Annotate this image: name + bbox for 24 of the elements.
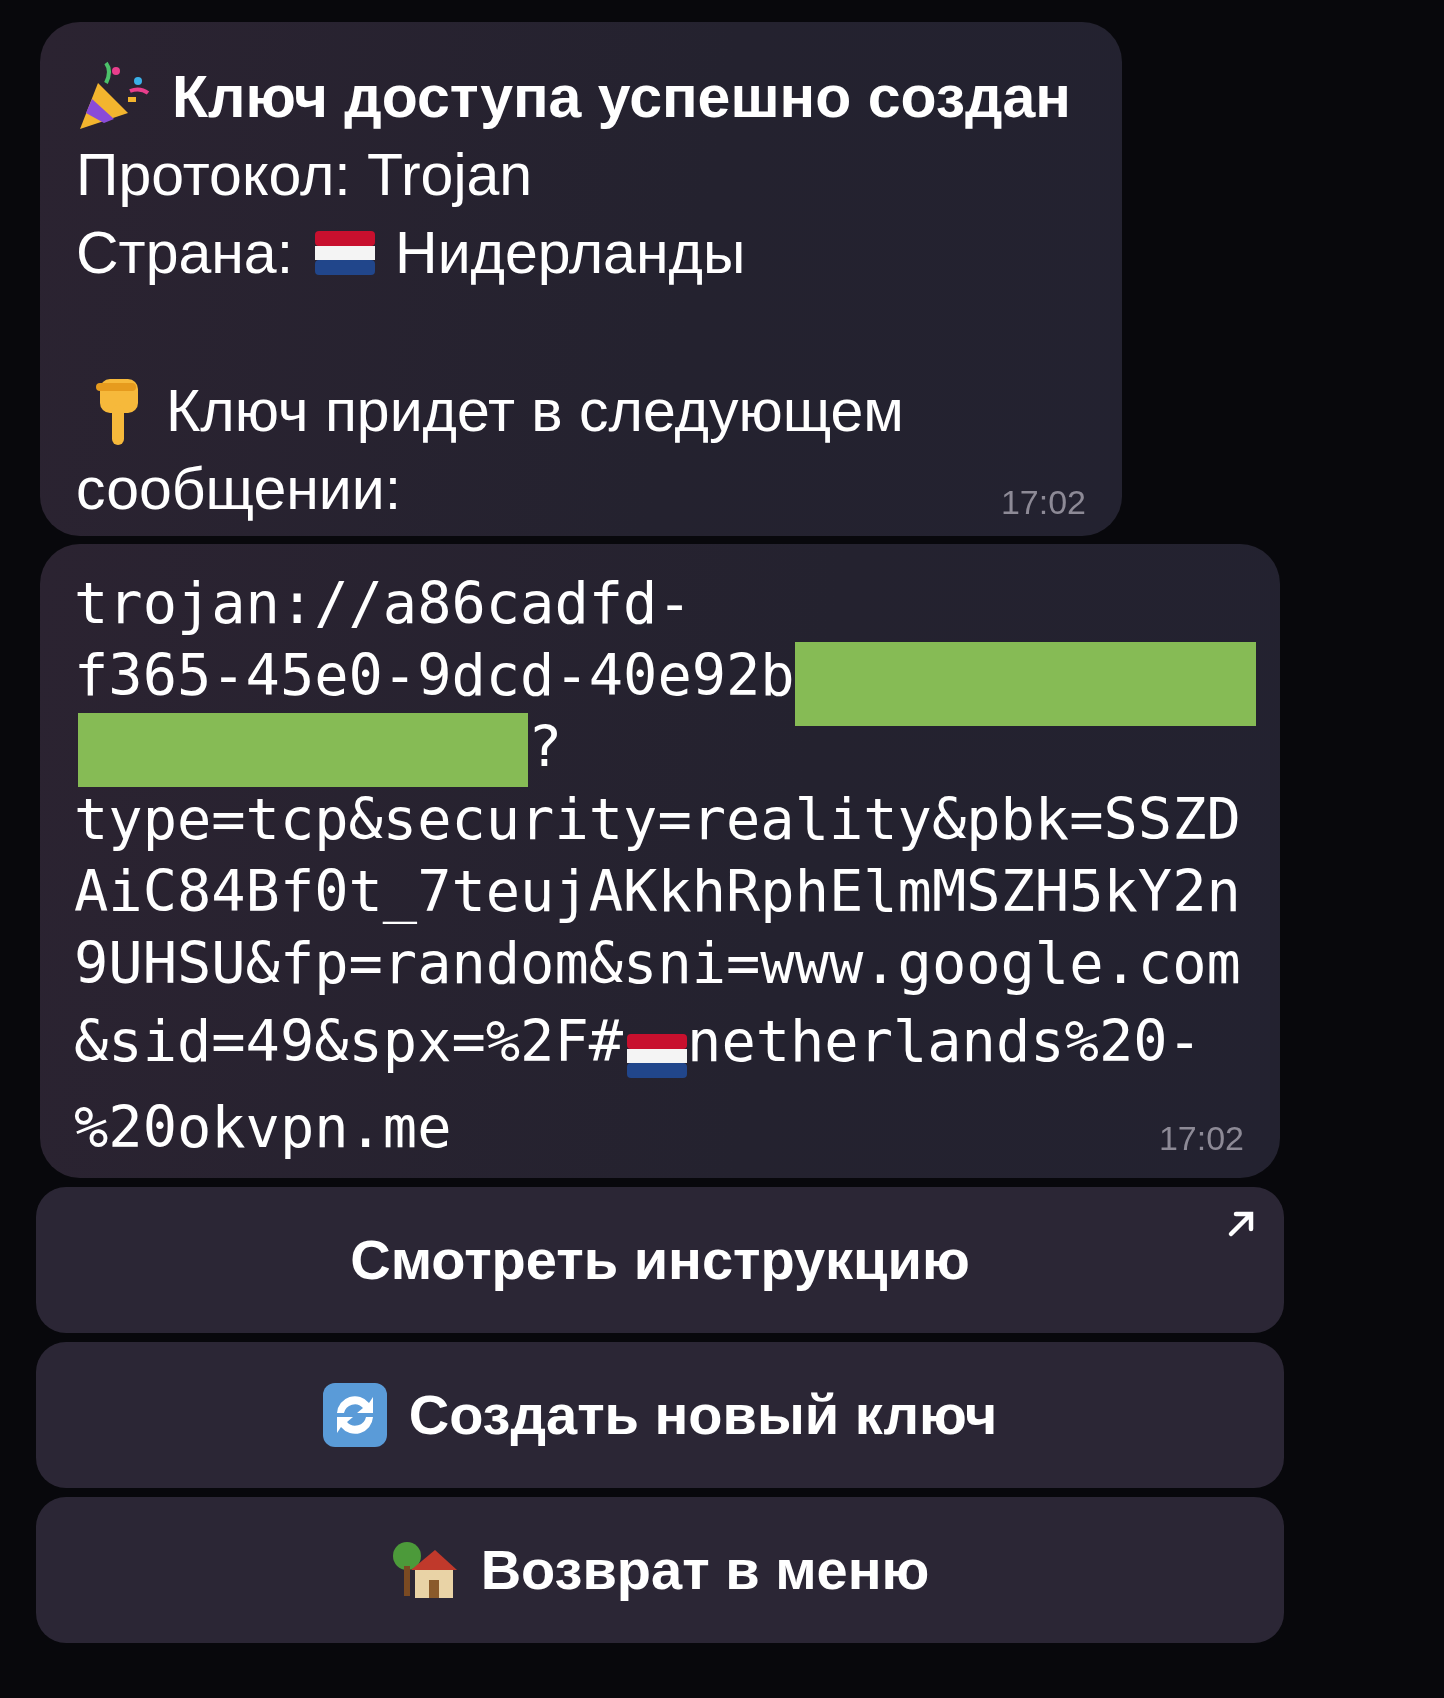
key-text: netherlands%20-	[687, 1006, 1202, 1076]
refresh-icon	[322, 1383, 387, 1447]
key-text: 9UHSU&fp=random&sni=www.google.com	[74, 929, 1241, 999]
inline-button[interactable]: Смотреть инструкцию	[36, 1187, 1284, 1333]
inline-button[interactable]: Возврат в меню	[36, 1497, 1284, 1643]
flag-icon	[315, 231, 376, 275]
key-text: ?	[528, 713, 563, 783]
key-text: trojan://a86cadfd-	[74, 569, 692, 639]
message-text: Страна:	[76, 218, 294, 288]
key-text: type=tcp&security=reality&pbk=SSZD	[74, 785, 1241, 855]
key-text: f365-45e0-9dcd-40e92b	[74, 641, 795, 711]
key-text: &sid=49&spx=%2F#	[74, 1006, 624, 1076]
flag-icon	[627, 1034, 688, 1078]
key-text: %20okvpn.me	[74, 1093, 452, 1163]
key-text: AiC84Bf0t_7teujAKkhRphElmMSZH5kY2n	[74, 857, 1241, 927]
message-text: Нидерланды	[395, 218, 746, 288]
message-text: Протокол: Trojan	[76, 140, 533, 210]
inline-button[interactable]: Создать новый ключ	[36, 1342, 1284, 1488]
message-text: Ключ придет в следующем	[166, 376, 904, 446]
message-time: 17:02	[1158, 1118, 1244, 1159]
message-title: Ключ доступа успешно создан	[172, 62, 1071, 132]
message-text: сообщении:	[76, 454, 402, 524]
message-time: 17:02	[1000, 482, 1086, 523]
arrow-icon	[1226, 1209, 1256, 1239]
